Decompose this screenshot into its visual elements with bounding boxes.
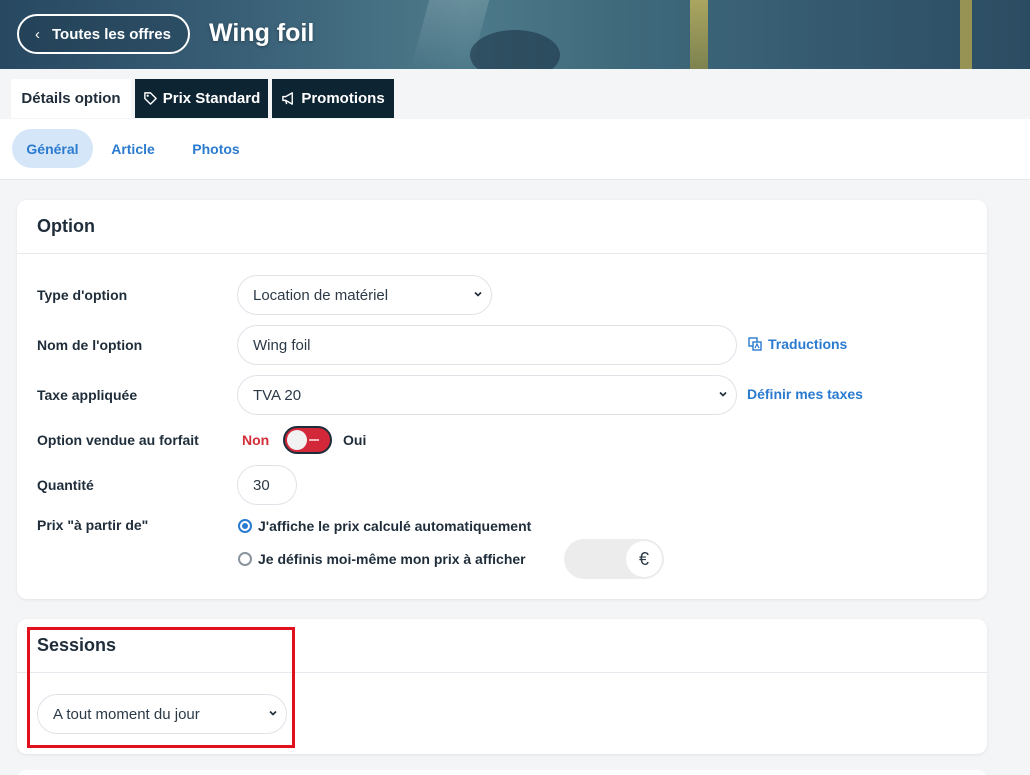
tab-details-option[interactable]: Détails option [11,79,131,118]
toggle-indicator [309,439,319,441]
back-button-label: Toutes les offres [52,25,171,43]
translate-icon [748,337,762,351]
price-manual-label: Je définis moi-même mon prix à afficher [258,551,526,567]
main-tabs: Détails option Prix Standard Promotions [0,69,1030,119]
radio-selected[interactable] [238,519,252,533]
option-name-value: Wing foil [253,336,311,354]
page-title: Wing foil [209,19,315,47]
tax-label: Taxe appliquée [37,387,138,403]
chevron-left-icon: ‹ [35,25,40,43]
price-manual-option[interactable]: Je définis moi-même mon prix à afficher [238,551,526,567]
option-type-select[interactable]: Location de matériel [237,275,492,315]
toggle-no-label: Non [242,432,270,448]
subtab-photos[interactable]: Photos [180,129,252,168]
flat-rate-toggle[interactable] [283,426,332,454]
option-name-input[interactable]: Wing foil [237,325,737,365]
define-taxes-link[interactable]: Définir mes taxes [747,386,863,402]
tag-icon [143,92,157,105]
banner-decoration [470,30,560,69]
option-card-title: Option [17,200,987,254]
toggle-knob [287,430,307,450]
option-type-value: Location de matériel [253,286,389,304]
tax-select[interactable]: TVA 20 [237,375,737,415]
radio-unselected[interactable] [238,552,252,566]
price-auto-option[interactable]: J'affiche le prix calculé automatiquemen… [238,518,531,534]
subtab-article[interactable]: Article [100,129,166,168]
translations-link-label: Traductions [768,336,848,352]
chevron-down-icon [474,291,482,297]
flat-rate-label: Option vendue au forfait [37,432,199,448]
megaphone-icon [282,92,294,105]
tab-promotions[interactable]: Promotions [272,79,394,118]
define-taxes-label: Définir mes taxes [747,386,863,402]
banner-decoration [960,0,972,69]
option-name-label: Nom de l'option [37,337,143,353]
toggle-yes-label: Oui [343,432,367,448]
tab-standard-price[interactable]: Prix Standard [135,79,268,118]
option-card: Option Type d'option Location de matérie… [17,200,987,599]
tab-label: Détails option [21,90,121,107]
highlight-box [27,627,295,748]
price-from-label: Prix "à partir de" [37,517,149,533]
subtab-general[interactable]: Général [12,129,93,168]
tab-label: Prix Standard [162,90,261,107]
tax-value: TVA 20 [253,386,302,404]
option-type-label: Type d'option [37,287,128,303]
quantity-input[interactable]: 30 [237,465,297,505]
back-to-offers-button[interactable]: ‹ Toutes les offres [17,14,190,54]
tab-label: Promotions [301,90,385,107]
price-auto-label: J'affiche le prix calculé automatiquemen… [258,518,532,534]
translations-link[interactable]: Traductions [748,336,847,352]
custom-price-input[interactable]: € [564,539,664,579]
quantity-value: 30 [253,476,270,494]
sub-tabs: Général Article Photos [0,119,1030,180]
quantity-label: Quantité [37,477,94,493]
header-banner: ‹ Toutes les offres Wing foil [0,0,1030,69]
chevron-down-icon [719,391,727,397]
next-card-edge [17,770,987,775]
euro-icon: € [626,541,662,577]
